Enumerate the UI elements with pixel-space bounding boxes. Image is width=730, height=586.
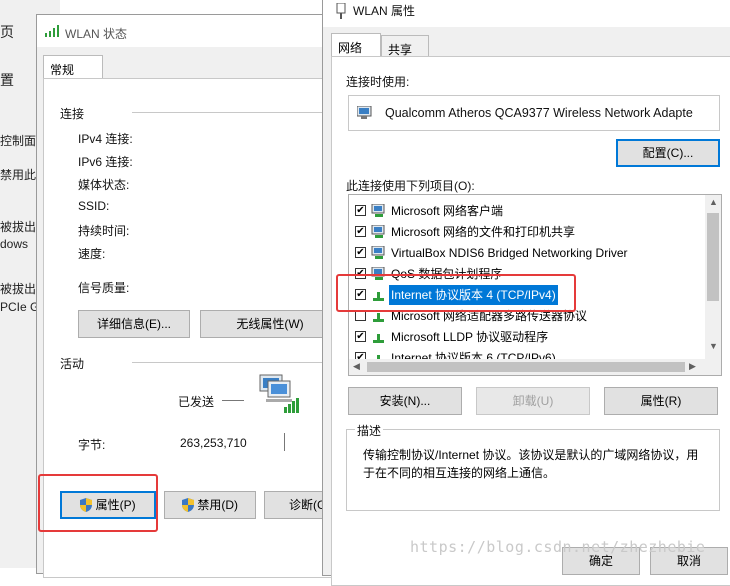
network-component-icon	[371, 204, 385, 217]
description-text: 传输控制协议/Internet 协议。该协议是默认的广域网络协议，用于在不同的相…	[363, 448, 699, 480]
watermark: https://blog.csdn.net/zhezhebie	[410, 538, 706, 556]
adapter-box: Qualcomm Atheros QCA9377 Wireless Networ…	[348, 95, 720, 131]
activity-heading: 活动	[60, 357, 85, 371]
network-component-icon	[373, 334, 384, 343]
signal-quality-label: 信号质量:	[78, 281, 130, 295]
ipv6-label: IPv6 连接:	[78, 155, 133, 169]
network-component-icon	[371, 225, 385, 238]
connection-divider	[132, 112, 342, 113]
scroll-thumb[interactable]	[707, 213, 719, 301]
connect-using-label: 连接时使用:	[346, 75, 410, 89]
list-horizontal-scrollbar[interactable]: ◀ ▶	[349, 359, 705, 375]
component-list-item[interactable]: ✔ VirtualBox NDIS6 Bridged Networking Dri…	[353, 243, 693, 263]
bg-text-1: 页	[0, 24, 14, 40]
ipv4-label: IPv4 连接:	[78, 132, 133, 146]
component-label: Microsoft LLDP 协议驱动程序	[391, 330, 549, 344]
properties-window-title: WLAN 属性	[353, 4, 416, 18]
disable-button[interactable]: 禁用(D)	[164, 491, 256, 519]
tab-networking-label: 网络	[338, 41, 363, 55]
tab-networking[interactable]: 网络	[331, 33, 381, 57]
tab-general-label: 常规	[50, 63, 75, 77]
activity-separator	[284, 433, 285, 451]
bg-text-6: dows	[0, 237, 29, 251]
signal-bars-icon	[45, 25, 59, 37]
adapter-icon	[357, 106, 372, 119]
bg-text-8: PCIe G	[0, 300, 40, 314]
component-list-item[interactable]: ✔ Microsoft 网络的文件和打印机共享	[353, 222, 693, 242]
component-list-item[interactable]: ✔ Microsoft LLDP 协议驱动程序	[353, 327, 693, 347]
component-label: VirtualBox NDIS6 Bridged Networking Driv…	[391, 246, 628, 260]
disable-label: 禁用(D)	[197, 498, 238, 512]
description-group: 描述 传输控制协议/Internet 协议。该协议是默认的广域网络协议，用于在不…	[346, 422, 720, 511]
wireless-properties-button[interactable]: 无线属性(W)	[200, 310, 340, 338]
bg-text-2: 置	[0, 72, 14, 88]
media-state-label: 媒体状态:	[78, 178, 130, 192]
tab-sharing-label: 共享	[388, 43, 413, 57]
scroll-left-icon[interactable]: ◀	[353, 361, 360, 372]
status-titlebar[interactable]: WLAN 状态	[37, 15, 335, 47]
network-component-icon	[371, 246, 385, 259]
checkbox[interactable]: ✔	[355, 226, 366, 237]
scroll-down-icon[interactable]: ▼	[709, 341, 718, 351]
duration-label: 持续时间:	[78, 224, 130, 238]
configure-button[interactable]: 配置(C)...	[616, 139, 720, 167]
description-heading: 描述	[355, 422, 384, 439]
component-list-item[interactable]: ✔ Microsoft 网络客户端	[353, 201, 693, 221]
speed-label: 速度:	[78, 247, 106, 261]
networking-panel: 连接时使用: Qualcomm Atheros QCA9377 Wireless…	[331, 56, 730, 586]
sent-label: 已发送	[178, 395, 215, 409]
annotation-box-ipv4	[336, 274, 576, 312]
tab-general[interactable]: 常规	[43, 55, 103, 79]
activity-divider	[132, 362, 342, 363]
checkbox[interactable]: ✔	[355, 331, 366, 342]
connection-heading: 连接	[60, 107, 85, 121]
bg-text-5: 被拔出	[0, 220, 37, 234]
install-button[interactable]: 安装(N)...	[348, 387, 462, 415]
ssid-label: SSID:	[78, 199, 110, 213]
checkbox[interactable]: ✔	[355, 247, 366, 258]
adapter-name: Qualcomm Atheros QCA9377 Wireless Networ…	[385, 106, 693, 120]
network-computers-icon	[259, 374, 299, 413]
scroll-right-icon[interactable]: ▶	[689, 361, 696, 372]
scroll-up-icon[interactable]: ▲	[709, 197, 718, 207]
checkbox[interactable]: ✔	[355, 205, 366, 216]
annotation-box-properties	[38, 474, 158, 532]
sent-line	[222, 400, 244, 401]
tab-sharing[interactable]: 共享	[381, 35, 429, 57]
bg-text-4: 禁用此	[0, 168, 37, 182]
bg-text-7: 被拔出	[0, 282, 37, 296]
bytes-sent-value: 263,253,710	[180, 436, 247, 450]
hscroll-thumb[interactable]	[367, 362, 685, 372]
item-properties-button[interactable]: 属性(R)	[604, 387, 718, 415]
properties-titlebar[interactable]: WLAN 属性	[323, 0, 730, 27]
component-label: Microsoft 网络的文件和打印机共享	[391, 225, 576, 239]
details-button[interactable]: 详细信息(E)...	[78, 310, 190, 338]
status-window-title: WLAN 状态	[65, 27, 128, 41]
component-label: Microsoft 网络客户端	[391, 204, 504, 218]
list-vertical-scrollbar[interactable]: ▲ ▼	[705, 195, 721, 375]
items-label: 此连接使用下列项目(O):	[346, 179, 475, 193]
bytes-label: 字节:	[78, 438, 106, 452]
network-adapter-icon	[336, 3, 346, 19]
uninstall-button[interactable]: 卸载(U)	[476, 387, 590, 415]
uac-shield-icon	[181, 498, 194, 512]
